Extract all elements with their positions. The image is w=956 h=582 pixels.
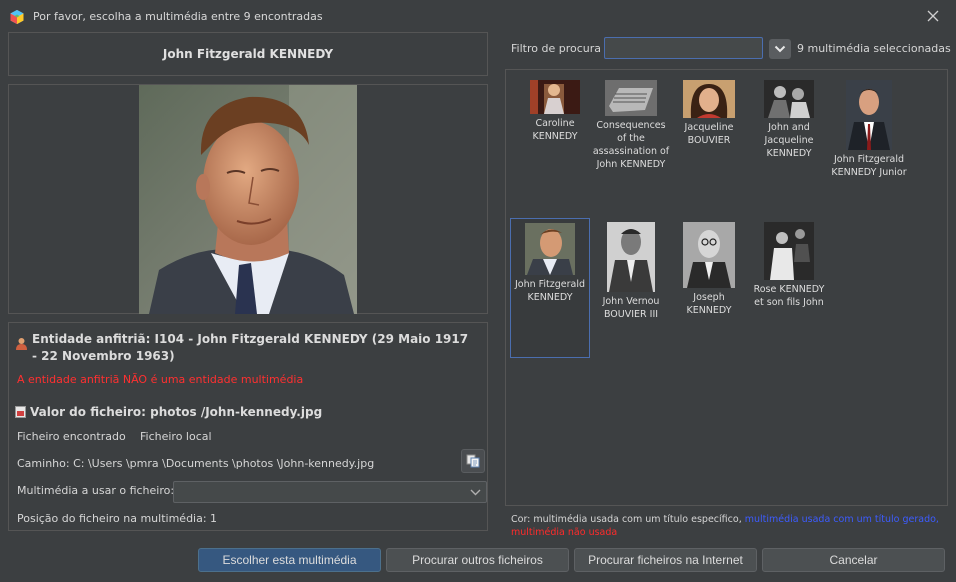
app-cube-icon [10, 10, 24, 24]
file-value-line: Valor do ficheiro: photos /John-kennedy.… [15, 405, 322, 419]
portrait-image [139, 85, 357, 314]
window-title: Por favor, escolha a multimédia entre 9 … [33, 10, 323, 23]
person-icon [16, 338, 27, 350]
thumbnail-image [605, 80, 657, 116]
media-item[interactable]: John Vernou BOUVIER III [592, 222, 670, 321]
media-caption: Joseph KENNEDY [686, 292, 732, 316]
media-info-panel: Entidade anfitriã: I104 - John Fitzgeral… [8, 322, 488, 531]
media-caption: Rose KENNEDY et son fils John [753, 284, 825, 308]
close-icon [927, 10, 939, 22]
file-value-label: Valor do ficheiro: photos /John-kennedy.… [30, 405, 323, 419]
file-found-value: Ficheiro local [140, 430, 212, 443]
media-caption: John and Jacqueline KENNEDY [764, 122, 814, 159]
media-caption: Jacqueline BOUVIER [684, 122, 734, 146]
thumbnail-image [683, 222, 735, 288]
chevron-down-icon [470, 489, 481, 496]
host-entity-label: Entidade anfitriã: I104 - John Fitzgeral… [32, 332, 469, 363]
filter-input[interactable] [604, 37, 763, 59]
image-preview-panel [8, 84, 488, 314]
media-item[interactable]: Joseph KENNEDY [670, 222, 748, 317]
media-item[interactable]: Consequences of the assassination of Joh… [592, 80, 670, 171]
media-count-label: 9 multimédia seleccionadas [797, 42, 951, 55]
title-bar: Por favor, escolha a multimédia entre 9 … [0, 0, 956, 32]
media-item[interactable]: John and Jacqueline KENNEDY [750, 80, 828, 160]
media-item[interactable]: John Fitzgerald KENNEDY Junior [830, 80, 908, 179]
thumbnail-image [525, 223, 575, 275]
person-name: John Fitzgerald KENNEDY [162, 47, 334, 61]
copy-icon [466, 454, 480, 468]
media-item-selected[interactable]: John Fitzgerald KENNEDY [510, 218, 590, 358]
filter-dropdown-button[interactable] [769, 39, 791, 59]
copy-path-button[interactable] [461, 449, 485, 473]
thumbnail-image [764, 222, 814, 280]
media-caption: John Vernou BOUVIER III [602, 296, 660, 320]
media-caption: Consequences of the assassination of Joh… [592, 120, 670, 170]
media-caption: John Fitzgerald KENNEDY [514, 279, 586, 303]
choose-media-button[interactable]: Escolher esta multimédia [198, 548, 381, 572]
use-media-select[interactable] [173, 481, 487, 503]
filter-label: Filtro de procura [511, 42, 601, 55]
thumbnail-image [530, 80, 580, 114]
search-internet-button[interactable]: Procurar ficheiros na Internet [574, 548, 757, 572]
cancel-button[interactable]: Cancelar [762, 548, 945, 572]
media-item[interactable]: Caroline KENNEDY [516, 80, 594, 143]
thumbnail-image [846, 80, 892, 150]
media-grid: Caroline KENNEDY Consequences of the ass… [505, 69, 948, 506]
thumbnail-image [764, 80, 814, 118]
media-caption: Caroline KENNEDY [532, 118, 578, 142]
file-found-label: Ficheiro encontrado [17, 430, 126, 443]
media-item[interactable]: Jacqueline BOUVIER [670, 80, 748, 147]
legend-normal: Cor: multimédia usada com um título espe… [511, 514, 742, 525]
warning-text: A entidade anfitriã NÃO é uma entidade m… [17, 373, 304, 386]
file-path: Caminho: C: \Users \pmra \Documents \pho… [17, 457, 375, 470]
color-legend: Cor: multimédia usada com um título espe… [511, 513, 951, 539]
chevron-down-icon [774, 45, 786, 53]
thumbnail-image [683, 80, 735, 118]
person-name-panel: John Fitzgerald KENNEDY [8, 32, 488, 76]
browse-files-button[interactable]: Procurar outros ficheiros [386, 548, 569, 572]
close-button[interactable] [924, 7, 942, 25]
image-file-icon [15, 406, 26, 418]
file-position: Posição do ficheiro na multimédia: 1 [17, 512, 218, 525]
use-media-label: Multimédia a usar o ficheiro: [17, 484, 175, 497]
legend-blue: multimédia usada com um título gerado, [744, 514, 939, 525]
thumbnail-image [607, 222, 655, 292]
media-item[interactable]: Rose KENNEDY et son fils John [750, 222, 828, 309]
legend-red: multimédia não usada [511, 527, 618, 538]
media-caption: John Fitzgerald KENNEDY Junior [831, 154, 907, 178]
host-entity-line: Entidade anfitriã: I104 - John Fitzgeral… [15, 331, 475, 365]
